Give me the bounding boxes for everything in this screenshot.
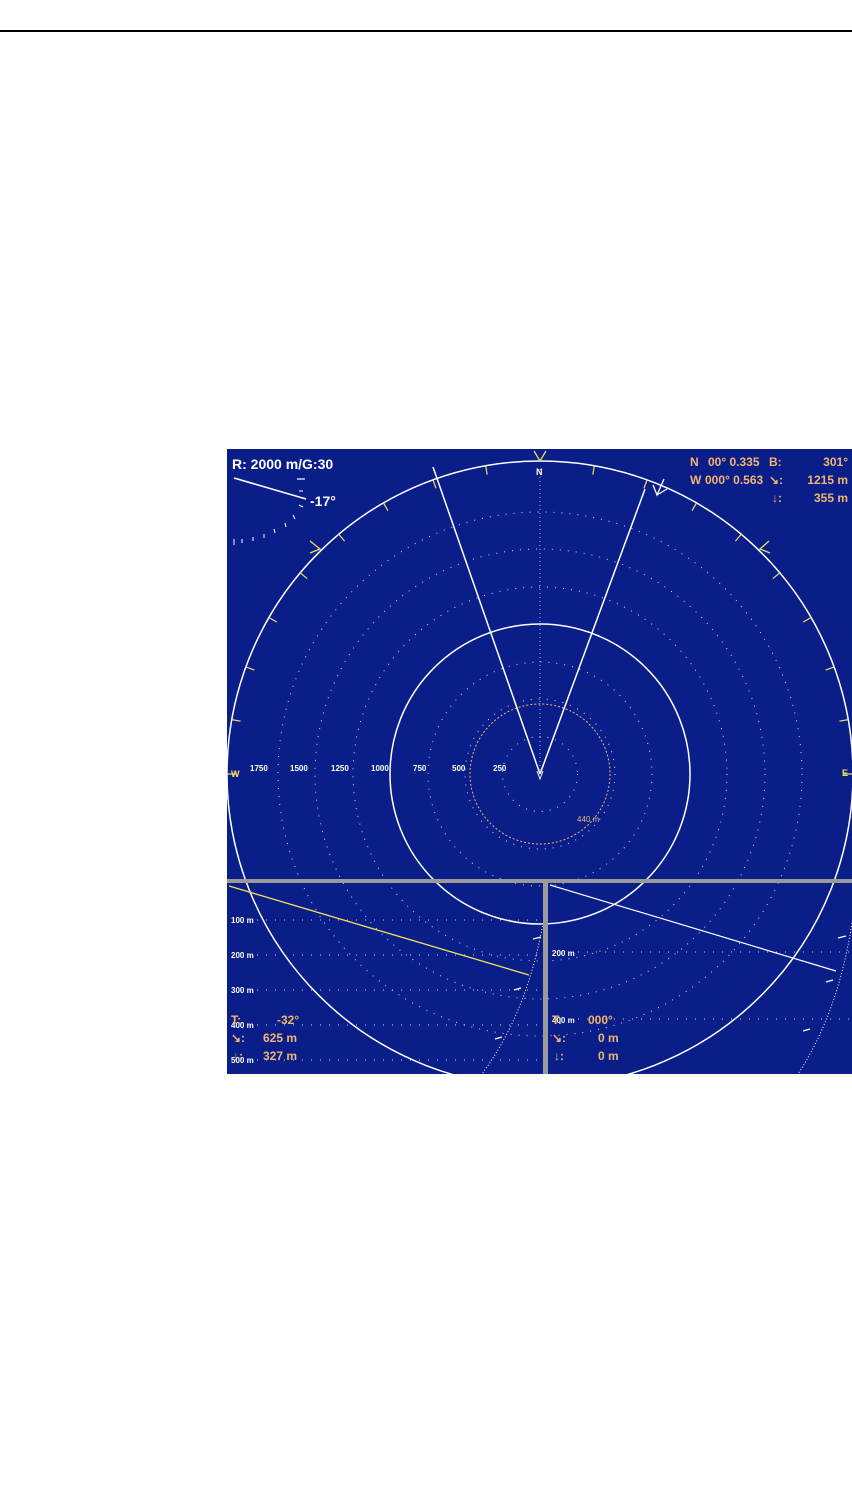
left-dist-icon: ↘: <box>231 1031 246 1045</box>
scale-label-1000: 1000 <box>371 764 389 773</box>
left-tilt-value: -32° <box>277 1013 300 1027</box>
lat-label: N <box>690 455 699 469</box>
header-rule <box>0 30 852 32</box>
scale-label-250: 250 <box>493 764 507 773</box>
left-depth-value: 327 m <box>263 1049 298 1063</box>
compass-north: N <box>536 467 543 477</box>
right-depth-icon: ↓: <box>554 1049 564 1063</box>
left-depth-100: 100 m <box>231 916 254 925</box>
lat-value: 00° 0.335 <box>708 455 760 469</box>
compass-tick <box>299 572 308 580</box>
bearing-label: B: <box>769 455 782 469</box>
depth-value: 355 m <box>813 491 848 505</box>
compass-tick <box>245 666 255 671</box>
sonar-display[interactable]: R: 2000 m/G:30 -17° N 00° 0.335 B: 301° … <box>227 449 852 1074</box>
compass-tick <box>691 502 698 512</box>
sector-left-line <box>432 466 541 775</box>
compass-tick <box>592 465 595 475</box>
compass-ticks <box>227 465 852 775</box>
left-profile-panel[interactable]: 100 m 200 m 300 m 400 m 500 m T: -32° ↘:… <box>227 883 543 1074</box>
compass-tick <box>734 533 742 542</box>
distance-value: 1215 m <box>807 473 848 487</box>
compass-tick <box>338 533 346 542</box>
tilt-readout: -17° <box>310 493 336 509</box>
lon-value: 000° 0.563 <box>705 473 764 487</box>
compass-tick <box>643 479 648 489</box>
sector-right-line <box>539 488 646 775</box>
range-gain-label: R: 2000 m/G:30 <box>232 456 334 472</box>
right-tilt-value: 000° <box>588 1013 613 1027</box>
left-depth-200: 200 m <box>231 951 254 960</box>
left-dist-value: 625 m <box>263 1031 298 1045</box>
north-marker-icon <box>533 450 547 463</box>
right-dist-icon: ↘: <box>552 1031 567 1045</box>
bearing-value: 301° <box>823 455 848 469</box>
right-marker-icon <box>758 540 771 554</box>
compass-west: W <box>231 769 240 779</box>
compass-tick <box>772 572 781 580</box>
right-dist-value: 0 m <box>598 1031 619 1045</box>
compass-tick <box>825 666 835 671</box>
compass-tick <box>485 465 488 475</box>
compass-tick <box>802 616 812 623</box>
scale-label-1500: 1500 <box>290 764 308 773</box>
compass-tick <box>432 479 437 489</box>
compass-tick <box>231 719 241 722</box>
scale-label-750: 750 <box>413 764 427 773</box>
compass-tick <box>268 616 278 623</box>
tilt-indicator-line <box>233 477 307 500</box>
right-profile-panel[interactable]: 200 m 400 m T: 000° ↘: 0 m ↓: 0 m <box>548 883 852 1074</box>
right-depth-200: 200 m <box>552 949 575 958</box>
left-depth-icon: ↓: <box>233 1049 243 1063</box>
lon-label: W <box>690 473 702 487</box>
right-profile-plot <box>549 884 852 1074</box>
right-depth-value: 0 m <box>598 1049 619 1063</box>
right-tilt-label: T: <box>552 1013 562 1027</box>
compass-east: E <box>842 768 849 778</box>
compass-tick <box>382 502 389 512</box>
scale-label-1750: 1750 <box>250 764 268 773</box>
left-marker-icon <box>309 540 322 554</box>
left-tilt-label: T: <box>231 1013 241 1027</box>
left-profile-plot <box>228 885 543 1074</box>
scale-label-500: 500 <box>452 764 466 773</box>
compass-tick <box>839 719 849 722</box>
left-depth-300: 300 m <box>231 986 254 995</box>
tilt-scale <box>233 490 304 545</box>
depth-icon: ↓: <box>772 491 782 505</box>
scale-label-1250: 1250 <box>331 764 349 773</box>
target-distance-label: 440 m <box>577 815 600 824</box>
distance-icon: ↘: <box>769 473 784 487</box>
